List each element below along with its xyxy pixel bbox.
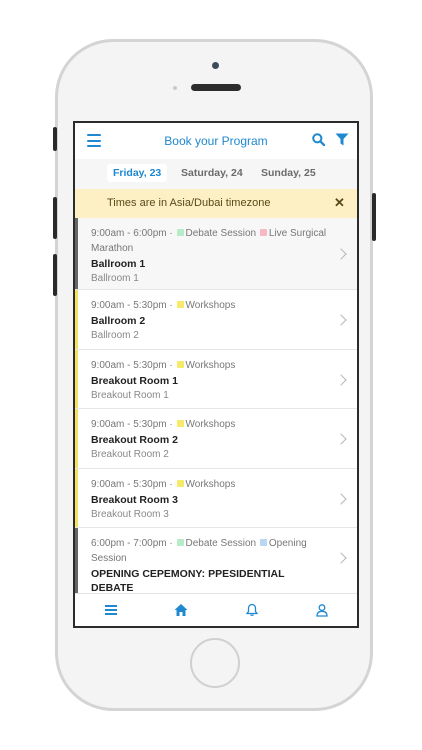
- tab-saturday[interactable]: Saturday, 24: [181, 167, 243, 179]
- session-location: Ballroom 1: [91, 273, 139, 284]
- bell-icon[interactable]: [245, 603, 259, 617]
- bottom-nav: [75, 593, 357, 626]
- category-bar: [75, 409, 78, 468]
- list-icon[interactable]: [104, 603, 118, 617]
- category-bar: [75, 528, 78, 593]
- session-location: Breakout Room 3: [91, 509, 169, 520]
- session-list: 9:00am - 6:00pm · Debate Session Live Su…: [75, 218, 357, 594]
- list-item[interactable]: 9:00am - 5:30pm · Workshops Breakout Roo…: [75, 469, 357, 528]
- user-icon[interactable]: [315, 603, 329, 617]
- tab-sunday[interactable]: Sunday, 25: [261, 167, 316, 179]
- list-item[interactable]: 9:00am - 5:30pm · Workshops Ballroom 2 B…: [75, 290, 357, 350]
- session-title: Breakout Room 3: [91, 494, 178, 506]
- mute-switch: [53, 127, 57, 151]
- home-button[interactable]: [190, 638, 240, 688]
- session-title: Breakout Room 1: [91, 375, 178, 387]
- tag-swatch: [176, 480, 184, 488]
- category-bar: [75, 350, 78, 408]
- filter-icon[interactable]: [335, 133, 349, 146]
- app-screen: Book your Program Friday, 23 Saturday, 2…: [73, 121, 359, 628]
- session-tag: Debate Session: [185, 538, 257, 549]
- session-title: Breakout Room 2: [91, 434, 178, 446]
- session-tag: Workshops: [185, 419, 236, 430]
- session-title: Ballroom 1: [91, 258, 146, 270]
- top-bar: Book your Program: [75, 123, 357, 159]
- tag-swatch: [176, 420, 184, 428]
- session-time: 9:00am - 5:30pm ·: [91, 479, 173, 490]
- session-time: 9:00am - 5:30pm ·: [91, 300, 173, 311]
- volume-up-button: [53, 197, 57, 239]
- session-time: 9:00am - 5:30pm ·: [91, 419, 173, 430]
- session-location: Breakout Room 1: [91, 390, 169, 401]
- category-bar: [75, 469, 78, 527]
- session-tag: Workshops: [185, 300, 236, 311]
- banner-text: Times are in Asia/Dubai timezone: [107, 197, 271, 209]
- day-tabs: Friday, 23 Saturday, 24 Sunday, 25: [75, 159, 357, 189]
- tag-swatch: [176, 301, 184, 309]
- category-bar: [75, 290, 78, 349]
- session-title: Ballroom 2: [91, 315, 146, 327]
- list-item[interactable]: 9:00am - 6:00pm · Debate Session Live Su…: [75, 218, 357, 290]
- list-item[interactable]: 9:00am - 5:30pm · Workshops Breakout Roo…: [75, 409, 357, 469]
- tag-swatch: [259, 229, 267, 237]
- session-location: Ballroom 2: [91, 330, 139, 341]
- session-time: 9:00am - 5:30pm ·: [91, 360, 173, 371]
- front-camera: [212, 62, 219, 69]
- search-icon[interactable]: [312, 133, 325, 146]
- close-icon[interactable]: ✕: [334, 195, 345, 211]
- session-time: 9:00am - 6:00pm ·: [91, 228, 173, 239]
- home-icon[interactable]: [174, 603, 188, 617]
- tag-swatch: [176, 361, 184, 369]
- session-tag: Debate Session: [185, 228, 257, 239]
- session-time: 6:00pm - 7:00pm ·: [91, 538, 173, 549]
- list-item[interactable]: 9:00am - 5:30pm · Workshops Breakout Roo…: [75, 350, 357, 409]
- list-item[interactable]: 6:00pm - 7:00pm · Debate Session Opening…: [75, 528, 357, 594]
- tag-swatch: [176, 539, 184, 547]
- session-tag: Workshops: [185, 479, 236, 490]
- tag-swatch: [176, 229, 184, 237]
- earpiece-speaker: [191, 84, 241, 91]
- session-location: Breakout Room 2: [91, 449, 169, 460]
- power-button: [372, 193, 376, 241]
- timezone-banner: Times are in Asia/Dubai timezone ✕: [75, 189, 357, 218]
- volume-down-button: [53, 254, 57, 296]
- session-title: OPENING CEPEMONY: PPESIDENTIAL DEBATE: [91, 568, 285, 594]
- tag-swatch: [259, 539, 267, 547]
- category-bar: [75, 218, 78, 289]
- session-tag: Workshops: [185, 360, 236, 371]
- sensor-dot: [173, 86, 177, 90]
- tab-friday[interactable]: Friday, 23: [107, 164, 168, 182]
